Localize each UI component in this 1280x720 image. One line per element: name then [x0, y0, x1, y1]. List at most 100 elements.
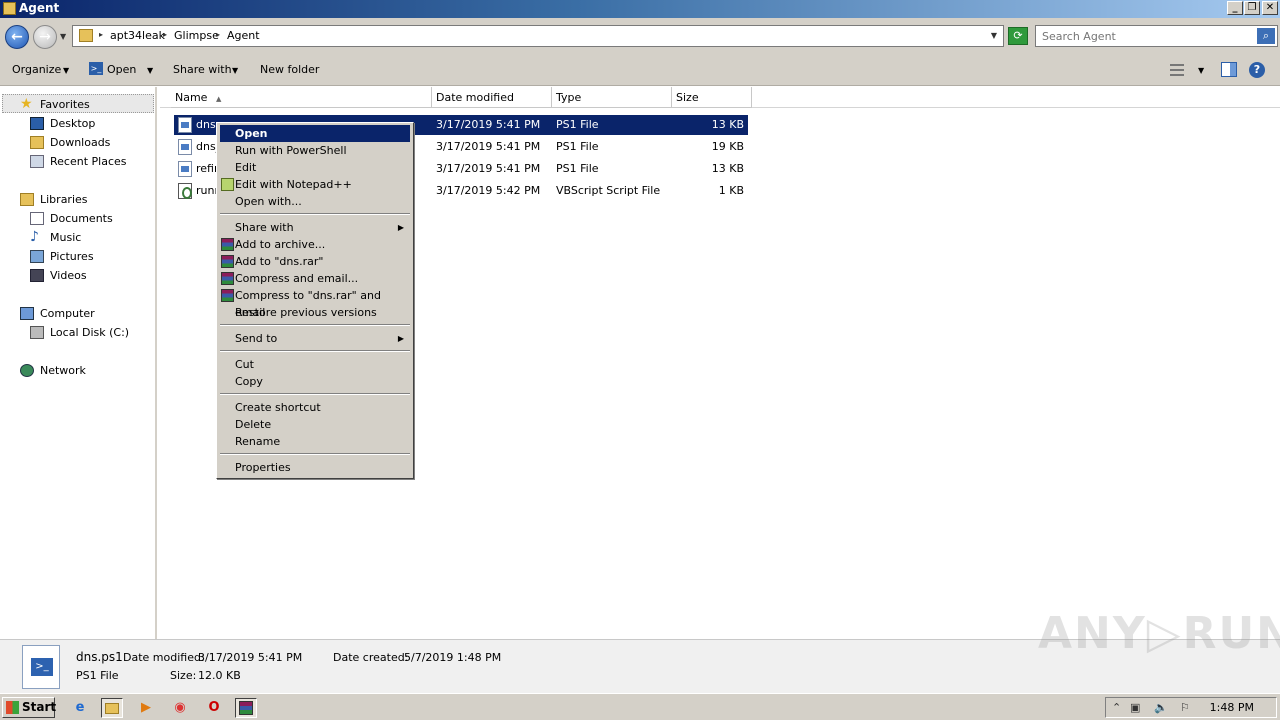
show-hidden-icons-icon[interactable]: ⌃: [1112, 701, 1121, 714]
menu-item-share-with[interactable]: Share with ▶: [220, 219, 410, 236]
downloads-icon: [30, 136, 44, 149]
menu-item-run-with-powershell[interactable]: Run with PowerShell: [220, 142, 410, 159]
nav-documents-label: Documents: [50, 212, 113, 225]
menu-item-label: Compress and email...: [235, 272, 359, 285]
search-input[interactable]: [1036, 26, 1254, 46]
menu-item-delete[interactable]: Delete: [220, 416, 410, 433]
share-with-button[interactable]: Share with: [173, 63, 232, 76]
music-icon: ♪: [30, 229, 39, 245]
search-icon[interactable]: ⌕: [1257, 28, 1275, 44]
menu-item-edit[interactable]: Edit: [220, 159, 410, 176]
volume-icon[interactable]: 🔈: [1154, 701, 1168, 714]
file-date: 3/17/2019 5:41 PM: [436, 118, 541, 131]
taskbar: Start e ▶ ◉ O ⌃ ▣ 🔈 ⚐ 1:48 PM: [0, 693, 1280, 720]
menu-item-rename[interactable]: Rename: [220, 433, 410, 450]
internet-explorer-icon[interactable]: e: [69, 698, 91, 718]
menu-item-copy[interactable]: Copy: [220, 373, 410, 390]
chevron-down-icon[interactable]: ▼: [232, 66, 238, 75]
breadcrumb-apt34leak[interactable]: apt34leak: [110, 29, 165, 42]
network-icon[interactable]: ▣: [1130, 701, 1140, 714]
column-header-type[interactable]: Type: [552, 87, 672, 108]
explorer-taskbar-button[interactable]: [101, 698, 123, 718]
menu-item-open-with[interactable]: Open with...: [220, 193, 410, 210]
view-options-icon[interactable]: [1170, 64, 1184, 76]
breadcrumb-glimpse[interactable]: Glimpse: [174, 29, 219, 42]
menu-item-label: Add to archive...: [235, 238, 326, 251]
column-header-name[interactable]: Name ▲: [171, 87, 432, 108]
recent-pages-dropdown-icon[interactable]: ▼: [60, 32, 66, 41]
refresh-icon[interactable]: ⟳: [1008, 27, 1028, 45]
file-type: PS1 File: [556, 140, 599, 153]
chevron-down-icon[interactable]: ▼: [1198, 66, 1204, 75]
menu-item-create-shortcut[interactable]: Create shortcut: [220, 399, 410, 416]
menu-item-add-to-dns-rar[interactable]: Add to "dns.rar": [220, 253, 410, 270]
chrome-icon[interactable]: ◉: [169, 698, 191, 718]
back-button[interactable]: ←: [5, 25, 29, 49]
clock[interactable]: 1:48 PM: [1210, 701, 1254, 714]
close-button[interactable]: ✕: [1262, 1, 1278, 15]
menu-item-edit-notepadpp[interactable]: Edit with Notepad++: [220, 176, 410, 193]
menu-item-compress-and-email[interactable]: Compress and email...: [220, 270, 410, 287]
videos-icon: [30, 269, 44, 282]
menu-item-add-to-archive[interactable]: Add to archive...: [220, 236, 410, 253]
network-icon: [20, 364, 34, 377]
organize-button[interactable]: Organize: [12, 63, 61, 76]
command-bar: Organize ▼ >_ Open ▼ Share with ▼ New fo…: [0, 54, 1280, 86]
file-size: 13 KB: [711, 118, 744, 131]
nav-recent-places-label: Recent Places: [50, 155, 127, 168]
column-header-size[interactable]: Size: [672, 87, 752, 108]
address-dropdown-icon[interactable]: ▼: [991, 31, 997, 40]
details-filename: dns.ps1: [76, 650, 123, 664]
column-header-date-modified[interactable]: Date modified: [432, 87, 552, 108]
nav-videos-label: Videos: [50, 269, 87, 282]
winrar-icon: [221, 272, 234, 285]
file-date: 3/17/2019 5:41 PM: [436, 162, 541, 175]
winrar-icon: [221, 238, 234, 251]
menu-item-label: Share with: [235, 221, 294, 234]
nav-music-label: Music: [50, 231, 82, 244]
folder-icon: [79, 29, 93, 42]
details-type: PS1 File: [76, 669, 119, 682]
breadcrumb-agent[interactable]: Agent: [227, 29, 260, 42]
start-button[interactable]: Start: [2, 697, 56, 718]
file-date: 3/17/2019 5:41 PM: [436, 140, 541, 153]
submenu-arrow-icon: ▶: [397, 334, 404, 343]
restore-button[interactable]: ❐: [1244, 1, 1260, 15]
menu-item-restore-previous-versions[interactable]: Restore previous versions: [220, 304, 410, 321]
chevron-down-icon[interactable]: ▼: [63, 66, 69, 75]
menu-separator: [220, 213, 410, 215]
winrar-taskbar-button[interactable]: [235, 698, 257, 718]
menu-item-properties[interactable]: Properties: [220, 459, 410, 476]
open-button[interactable]: Open: [107, 63, 136, 76]
folder-icon: [105, 703, 119, 714]
details-size-label: Size:: [170, 669, 197, 682]
new-folder-button[interactable]: New folder: [260, 63, 319, 76]
minimize-button[interactable]: _: [1227, 1, 1243, 15]
menu-item-compress-dns-email[interactable]: Compress to "dns.rar" and email: [220, 287, 410, 319]
menu-item-cut[interactable]: Cut: [220, 356, 410, 373]
chevron-down-icon[interactable]: ▼: [147, 66, 153, 75]
details-date-modified-label: Date modified:: [123, 651, 205, 664]
file-date: 3/17/2019 5:42 PM: [436, 184, 541, 197]
media-player-icon[interactable]: ▶: [135, 698, 157, 718]
menu-separator: [220, 393, 410, 395]
help-icon[interactable]: ?: [1249, 62, 1265, 78]
action-center-flag-icon[interactable]: ⚐: [1180, 701, 1190, 714]
preview-pane-icon[interactable]: [1221, 62, 1237, 77]
notepadpp-icon: [221, 178, 234, 191]
chevron-right-icon[interactable]: ▸: [216, 30, 220, 39]
opera-icon[interactable]: O: [203, 698, 225, 718]
search-box[interactable]: ⌕: [1035, 25, 1278, 47]
address-bar[interactable]: ▸ apt34leak ▸ Glimpse ▸ Agent ▼: [72, 25, 1004, 47]
chevron-right-icon[interactable]: ▸: [99, 30, 103, 39]
menu-item-send-to[interactable]: Send to ▶: [220, 330, 410, 347]
powershell-file-icon: [178, 139, 192, 155]
forward-button[interactable]: →: [33, 25, 57, 49]
chevron-right-icon[interactable]: ▸: [163, 30, 167, 39]
column-name-label: Name: [175, 91, 208, 104]
computer-icon: [20, 307, 34, 320]
menu-item-open[interactable]: Open: [220, 125, 410, 142]
address-row: ← → ▼ ▸ apt34leak ▸ Glimpse ▸ Agent ▼ ⟳ …: [0, 18, 1280, 54]
details-date-created: 5/7/2019 1:48 PM: [404, 651, 502, 664]
powershell-icon: >_: [89, 62, 103, 75]
